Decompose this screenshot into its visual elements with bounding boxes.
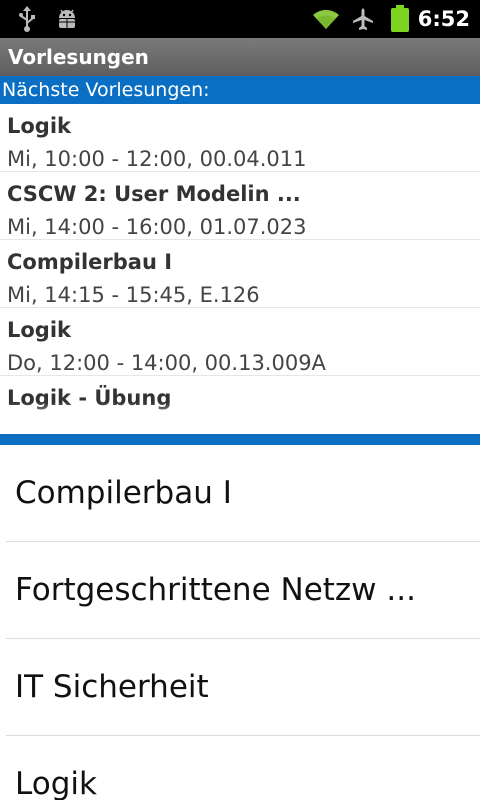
section-divider — [0, 434, 480, 445]
status-clock: 6:52 — [417, 7, 470, 31]
lecture-title: Logik - Übung — [7, 386, 172, 410]
lecture-item[interactable]: Compilerbau I Mi, 14:15 - 15:45, E.126 — [0, 240, 480, 308]
lecture-title: Compilerbau I — [7, 250, 173, 274]
course-label: Logik — [15, 766, 97, 800]
course-label: Fortgeschrittene Netzw ... — [15, 572, 416, 608]
android-debug-icon — [54, 0, 80, 38]
course-list[interactable]: Compilerbau I Fortgeschrittene Netzw ...… — [0, 445, 480, 800]
course-item[interactable]: Compilerbau I — [0, 445, 480, 542]
airplane-icon — [349, 0, 377, 38]
app-title-bar: Vorlesungen — [0, 38, 480, 76]
lecture-info: Mi, 14:00 - 16:00, 01.07.023 — [7, 215, 307, 239]
lecture-info: Mi, 14:15 - 15:45, E.126 — [7, 283, 260, 307]
wifi-icon — [310, 0, 342, 38]
lecture-item[interactable]: Logik - Übung — [0, 376, 480, 430]
lecture-info: Mi, 10:00 - 12:00, 00.04.011 — [7, 147, 307, 171]
app-title: Vorlesungen — [8, 45, 149, 69]
course-label: IT Sicherheit — [15, 669, 209, 705]
lecture-title: Logik — [7, 318, 72, 342]
course-label: Compilerbau I — [15, 475, 232, 511]
course-item[interactable]: IT Sicherheit — [0, 639, 480, 736]
lecture-title: CSCW 2: User Modelin ... — [7, 182, 301, 206]
status-bar: 6:52 — [0, 0, 480, 38]
course-item[interactable]: Logik — [0, 736, 480, 800]
lecture-item[interactable]: Logik Do, 12:00 - 14:00, 00.13.009A — [0, 308, 480, 376]
lecture-info: Do, 12:00 - 14:00, 00.13.009A — [7, 351, 326, 375]
lecture-item[interactable]: CSCW 2: User Modelin ... Mi, 14:00 - 16:… — [0, 172, 480, 240]
battery-icon — [387, 0, 413, 38]
usb-icon — [14, 0, 40, 38]
upcoming-lectures-header: Nächste Vorlesungen: — [0, 76, 480, 104]
upcoming-lectures-header-label: Nächste Vorlesungen: — [2, 79, 210, 101]
lecture-item[interactable]: Logik Mi, 10:00 - 12:00, 00.04.011 — [0, 104, 480, 172]
upcoming-lectures-list[interactable]: Logik Mi, 10:00 - 12:00, 00.04.011 CSCW … — [0, 104, 480, 430]
course-item[interactable]: Fortgeschrittene Netzw ... — [0, 542, 480, 639]
lecture-title: Logik — [7, 114, 72, 138]
